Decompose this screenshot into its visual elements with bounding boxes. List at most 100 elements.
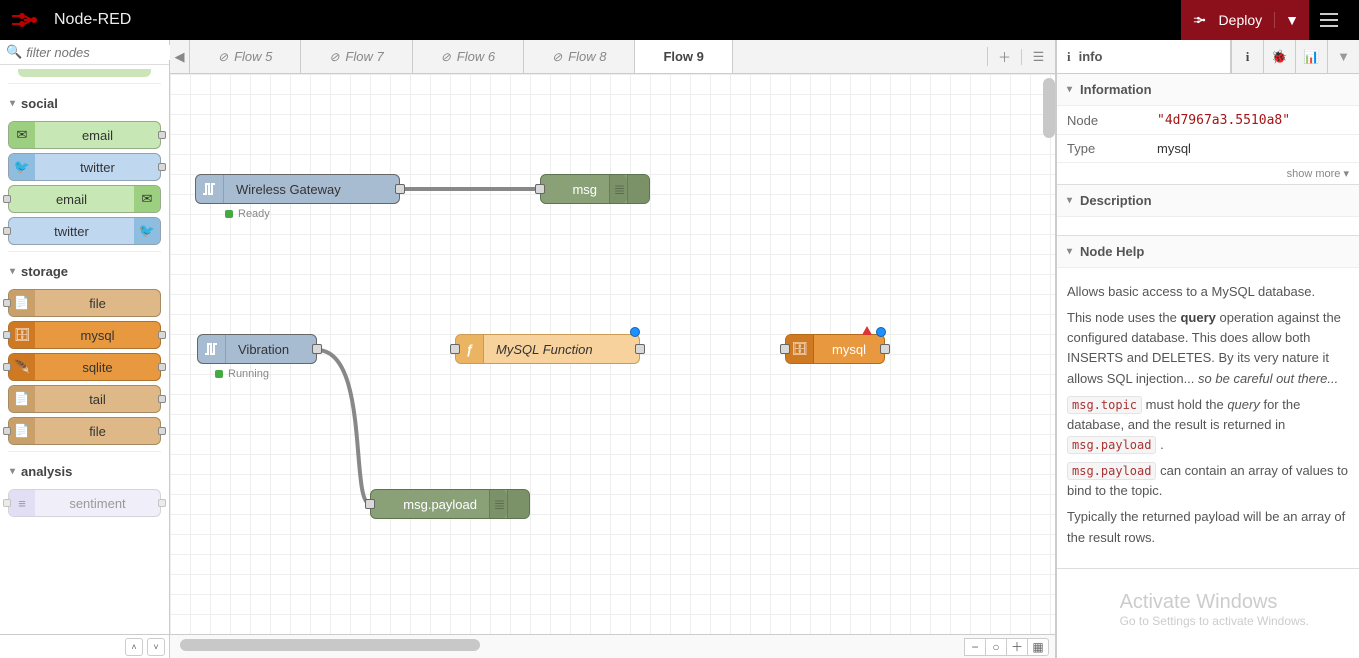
palette-node-file[interactable]: 📄file bbox=[8, 417, 161, 445]
palette-node-sentiment[interactable]: ≡sentiment bbox=[8, 489, 161, 517]
tab-flow-9[interactable]: Flow 9 bbox=[635, 40, 732, 73]
zoom-out-button[interactable]: − bbox=[964, 638, 986, 656]
database-icon: 🗄 bbox=[9, 322, 35, 348]
debug-toggle[interactable]: ≣ bbox=[489, 490, 507, 518]
app-header: Node-RED Deploy ▼ bbox=[0, 0, 1359, 40]
deploy-icon bbox=[1193, 13, 1211, 27]
section-node-help[interactable]: ▾Node Help bbox=[1057, 236, 1359, 268]
database-icon: 🗄 bbox=[786, 335, 814, 363]
node-vibration[interactable]: Vibration bbox=[197, 334, 317, 364]
palette-footer: ˄ ˅ bbox=[0, 634, 169, 658]
sentiment-icon: ≡ bbox=[9, 490, 35, 516]
info-icon: i bbox=[1067, 49, 1071, 65]
disabled-icon: ⊘ bbox=[329, 50, 339, 64]
serial-icon bbox=[196, 175, 224, 203]
tab-flow-7[interactable]: ⊘Flow 7 bbox=[301, 40, 412, 73]
palette-node-sqlite[interactable]: 🪶sqlite bbox=[8, 353, 161, 381]
sidebar-tab-help[interactable]: i bbox=[1231, 40, 1263, 73]
info-node-type: mysql bbox=[1147, 135, 1359, 163]
zoom-in-button[interactable]: ＋ bbox=[1006, 638, 1028, 656]
sidebar: i info i 🐞 📊 ▼ ▾Information Node "4d7967a… bbox=[1056, 40, 1359, 658]
sidebar-tabs: i info i 🐞 📊 ▼ bbox=[1057, 40, 1359, 74]
sidebar-tab-dashboard[interactable]: 📊 bbox=[1295, 40, 1327, 73]
sidebar-tab-info[interactable]: i info bbox=[1057, 40, 1231, 73]
palette-category-storage[interactable]: ▾storage bbox=[0, 254, 169, 285]
chevron-down-icon: ▾ bbox=[1067, 246, 1072, 257]
palette: 🔍 ▾social ✉email 🐦twitter email✉ twitter… bbox=[0, 40, 170, 658]
palette-node-email-in[interactable]: ✉email bbox=[8, 121, 161, 149]
navigator-button[interactable]: ▦ bbox=[1027, 638, 1049, 656]
deploy-button[interactable]: Deploy ▼ bbox=[1181, 0, 1309, 40]
twitter-icon: 🐦 bbox=[9, 154, 35, 180]
file-icon: 📄 bbox=[9, 290, 35, 316]
workspace: ◀ ⊘Flow 5 ⊘Flow 7 ⊘Flow 6 ⊘Flow 8 Flow 9… bbox=[170, 40, 1056, 658]
canvas-h-scrollbar[interactable] bbox=[180, 639, 480, 651]
function-icon: ƒ bbox=[456, 335, 484, 363]
node-changed-badge bbox=[876, 327, 886, 337]
node-changed-badge bbox=[630, 327, 640, 337]
app-title: Node-RED bbox=[54, 11, 131, 29]
feather-icon: 🪶 bbox=[9, 354, 35, 380]
palette-search: 🔍 bbox=[0, 40, 169, 65]
palette-node-tail[interactable]: 📄tail bbox=[8, 385, 161, 413]
palette-node-mysql[interactable]: 🗄mysql bbox=[8, 321, 161, 349]
palette-node-twitter-out[interactable]: twitter🐦 bbox=[8, 217, 161, 245]
disabled-icon: ⊘ bbox=[218, 50, 228, 64]
node-status-gateway: Ready bbox=[225, 208, 270, 220]
tab-flow-8[interactable]: ⊘Flow 8 bbox=[524, 40, 635, 73]
node-error-badge bbox=[862, 326, 872, 335]
flow-canvas[interactable]: Wireless Gateway Ready msg ≣ Vibration R… bbox=[170, 74, 1055, 634]
add-flow-button[interactable]: ＋ bbox=[987, 47, 1021, 66]
node-mysql[interactable]: 🗄 mysql bbox=[785, 334, 885, 364]
disabled-icon: ⊘ bbox=[552, 50, 562, 64]
chevron-down-icon: ▾ bbox=[10, 98, 15, 109]
flow-tabs: ◀ ⊘Flow 5 ⊘Flow 7 ⊘Flow 6 ⊘Flow 8 Flow 9… bbox=[170, 40, 1055, 74]
info-row-node-label: Node bbox=[1057, 106, 1147, 135]
chevron-down-icon: ▾ bbox=[1067, 195, 1072, 206]
sidebar-content[interactable]: ▾Information Node "4d7967a3.5510a8" Typem… bbox=[1057, 74, 1359, 658]
info-row-type-label: Type bbox=[1057, 135, 1147, 163]
node-mysql-function[interactable]: ƒ MySQL Function bbox=[455, 334, 640, 364]
main-menu-button[interactable] bbox=[1309, 0, 1349, 40]
debug-handle-icon[interactable] bbox=[507, 490, 529, 518]
section-information[interactable]: ▾Information bbox=[1057, 74, 1359, 106]
tab-scroll-left[interactable]: ◀ bbox=[170, 40, 190, 73]
sidebar-tab-menu[interactable]: ▼ bbox=[1327, 40, 1359, 73]
zoom-reset-button[interactable]: ○ bbox=[985, 638, 1007, 656]
search-icon: 🔍 bbox=[6, 44, 22, 60]
disabled-icon: ⊘ bbox=[441, 50, 451, 64]
chevron-down-icon: ▾ bbox=[10, 266, 15, 277]
sidebar-tab-debug[interactable]: 🐞 bbox=[1263, 40, 1295, 73]
node-msg-debug[interactable]: msg ≣ bbox=[540, 174, 650, 204]
chevron-down-icon: ▾ bbox=[10, 466, 15, 477]
serial-icon bbox=[198, 335, 226, 363]
show-more-button[interactable]: show more ▾ bbox=[1057, 163, 1359, 184]
node-help-text: Allows basic access to a MySQL database.… bbox=[1057, 268, 1359, 568]
palette-node-file-in[interactable]: 📄file bbox=[8, 289, 161, 317]
node-msg-payload-debug[interactable]: msg.payload ≣ bbox=[370, 489, 530, 519]
chevron-down-icon: ▾ bbox=[1067, 84, 1072, 95]
file-icon: 📄 bbox=[9, 418, 35, 444]
section-description[interactable]: ▾Description bbox=[1057, 185, 1359, 217]
flow-list-button[interactable]: ☰ bbox=[1021, 49, 1055, 65]
debug-toggle[interactable]: ≣ bbox=[609, 175, 627, 203]
node-status-vibration: Running bbox=[215, 368, 269, 380]
envelope-icon: ✉ bbox=[134, 186, 160, 212]
deploy-label: Deploy bbox=[1219, 12, 1263, 28]
palette-node-email-out[interactable]: email✉ bbox=[8, 185, 161, 213]
node-wireless-gateway[interactable]: Wireless Gateway bbox=[195, 174, 400, 204]
envelope-icon: ✉ bbox=[9, 122, 35, 148]
canvas-v-scrollbar[interactable] bbox=[1043, 78, 1055, 138]
info-node-id: "4d7967a3.5510a8" bbox=[1157, 113, 1290, 128]
palette-node-twitter-in[interactable]: 🐦twitter bbox=[8, 153, 161, 181]
tab-flow-5[interactable]: ⊘Flow 5 bbox=[190, 40, 301, 73]
palette-collapse-button[interactable]: ˄ bbox=[125, 638, 143, 656]
twitter-icon: 🐦 bbox=[134, 218, 160, 244]
tab-flow-6[interactable]: ⊘Flow 6 bbox=[413, 40, 524, 73]
palette-expand-button[interactable]: ˅ bbox=[147, 638, 165, 656]
palette-category-social[interactable]: ▾social bbox=[0, 86, 169, 117]
palette-category-analysis[interactable]: ▾analysis bbox=[0, 454, 169, 485]
palette-list[interactable]: ▾social ✉email 🐦twitter email✉ twitter🐦 … bbox=[0, 65, 169, 634]
debug-handle-icon[interactable] bbox=[627, 175, 649, 203]
deploy-caret-icon[interactable]: ▼ bbox=[1274, 12, 1299, 28]
